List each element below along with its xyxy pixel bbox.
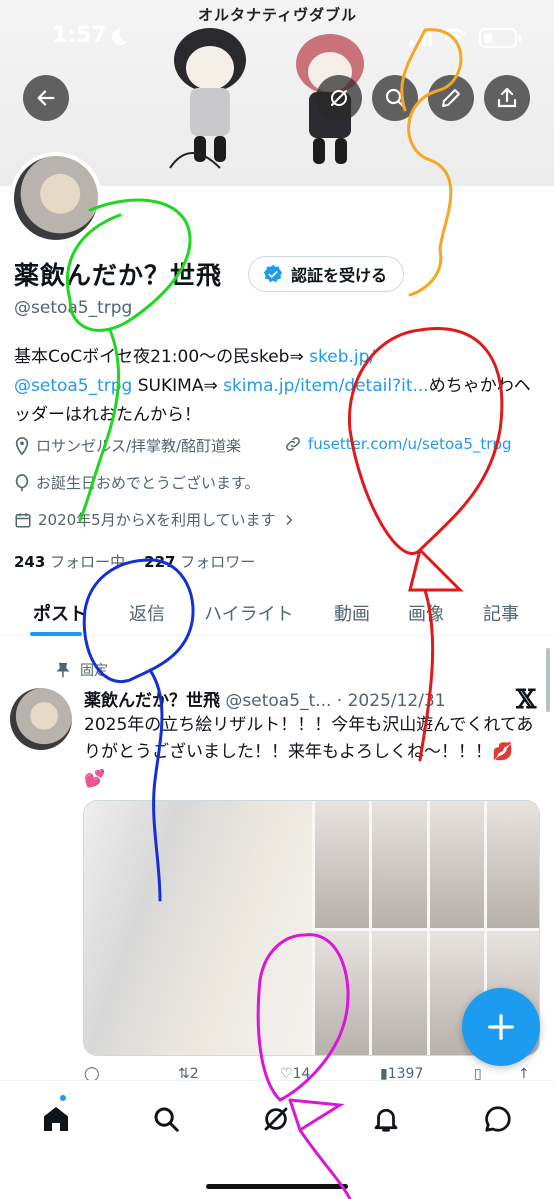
banner-character-left bbox=[169, 28, 246, 169]
scrollbar[interactable] bbox=[546, 648, 550, 712]
search-icon bbox=[385, 88, 406, 109]
bio-text: 基本CoCボイセ夜21:00～の民skeb⇒ bbox=[14, 347, 310, 367]
nav-grok[interactable] bbox=[256, 1099, 296, 1139]
get-verified-button[interactable]: 認証を受ける bbox=[248, 256, 405, 292]
edit-icon bbox=[442, 89, 460, 107]
back-button[interactable] bbox=[23, 75, 69, 121]
nav-home[interactable] bbox=[36, 1099, 76, 1139]
active-tab-indicator bbox=[30, 632, 82, 636]
profile-avatar[interactable] bbox=[10, 152, 102, 244]
website-row[interactable]: fusetter.com/u/setoa5_trpg bbox=[284, 435, 511, 453]
tweet-author-name[interactable]: 薬飲んだか？世飛 bbox=[84, 691, 220, 711]
profile-tabs: ポスト 返信 ハイライト 動画 画像 記事 bbox=[0, 588, 554, 636]
media-thumb bbox=[315, 801, 370, 928]
plus-icon bbox=[488, 1014, 514, 1040]
pin-icon bbox=[56, 662, 70, 678]
media-image-left[interactable] bbox=[84, 801, 312, 1055]
joined-text: 2020年5月からXを利用しています bbox=[38, 511, 276, 529]
location-pin-icon bbox=[15, 436, 29, 455]
followers-label: フォロワー bbox=[175, 553, 256, 571]
edit-button[interactable] bbox=[428, 75, 474, 121]
bio-text: SUKIMA⇒ bbox=[132, 376, 224, 396]
following-label: フォロー中 bbox=[45, 553, 126, 571]
calendar-icon bbox=[15, 512, 31, 527]
tab-replies[interactable]: 返信 bbox=[129, 600, 165, 626]
verified-badge-icon bbox=[263, 264, 283, 283]
bell-icon bbox=[374, 1108, 398, 1132]
birthday-row: お誕生日おめでとうございます。 bbox=[14, 472, 260, 493]
bio-link-mention[interactable]: @setoa5_trpg bbox=[14, 376, 132, 396]
tab-images[interactable]: 画像 bbox=[408, 600, 444, 626]
profile-bio: 基本CoCボイセ夜21:00～の民skeb⇒ skeb.jp/ @setoa5_… bbox=[14, 343, 540, 430]
moon-icon bbox=[112, 28, 128, 46]
grok-button[interactable] bbox=[316, 75, 362, 121]
home-notification-dot bbox=[58, 1093, 68, 1103]
media-thumb bbox=[429, 801, 484, 928]
tweet-author-avatar[interactable] bbox=[10, 688, 72, 750]
balloon-icon bbox=[15, 473, 29, 491]
search-button[interactable] bbox=[372, 75, 418, 121]
grok-icon bbox=[264, 1107, 288, 1131]
following-link[interactable]: 243 フォロー中 bbox=[14, 553, 125, 571]
tweet-text: 2025年の立ち絵リザルト！！！今年も沢山遊んでくれてありがとうございました！！… bbox=[84, 715, 534, 789]
pinned-label: 固定 bbox=[80, 663, 108, 679]
followers-link[interactable]: 227 フォロワー bbox=[144, 553, 255, 571]
pinned-indicator: 固定 bbox=[56, 660, 108, 680]
get-verified-label: 認証を受ける bbox=[291, 266, 388, 285]
followers-count: 227 bbox=[144, 553, 176, 571]
back-icon bbox=[37, 90, 55, 106]
profile-handle: @setoa5_trpg bbox=[14, 298, 133, 318]
tab-articles[interactable]: 記事 bbox=[483, 600, 519, 626]
website-link[interactable]: fusetter.com/u/setoa5_trpg bbox=[308, 435, 511, 453]
tab-highlights[interactable]: ハイライト bbox=[204, 600, 294, 626]
chevron-right-icon bbox=[286, 514, 292, 525]
search-icon bbox=[154, 1107, 179, 1132]
tab-posts[interactable]: ポスト bbox=[33, 600, 87, 626]
nav-search[interactable] bbox=[146, 1099, 186, 1139]
status-time: 1:57 bbox=[52, 23, 107, 48]
media-thumb bbox=[372, 930, 427, 1055]
x-logo-icon[interactable]: 𝕏 bbox=[516, 685, 536, 715]
signal-icon bbox=[410, 30, 432, 46]
messages-icon bbox=[485, 1106, 511, 1132]
battery-icon bbox=[479, 28, 521, 48]
tweet-author-meta: @setoa5_t... · 2025/12/31 bbox=[220, 691, 446, 711]
location-text: ロサンゼルス/拝掌教/酩酊道楽 bbox=[36, 437, 242, 455]
birthday-text: お誕生日おめでとうございます。 bbox=[36, 474, 260, 492]
share-icon bbox=[497, 87, 517, 108]
wifi-icon bbox=[440, 28, 466, 46]
following-count: 243 bbox=[14, 553, 46, 571]
home-icon bbox=[44, 1107, 68, 1131]
location-row: ロサンゼルス/拝掌教/酩酊道楽 bbox=[14, 435, 241, 456]
compose-button[interactable] bbox=[462, 988, 540, 1066]
follow-stats: 243 フォロー中 227 フォロワー bbox=[14, 551, 255, 572]
tweet-header: 薬飲んだか？世飛 @setoa5_t... · 2025/12/31 bbox=[84, 686, 446, 711]
nav-notifications[interactable] bbox=[366, 1099, 406, 1139]
joined-row[interactable]: 2020年5月からXを利用しています bbox=[14, 509, 302, 530]
no-grok-icon bbox=[331, 90, 347, 106]
home-indicator bbox=[206, 1184, 348, 1189]
display-name: 薬飲んだか？世飛 bbox=[14, 261, 223, 290]
media-thumb bbox=[315, 930, 370, 1055]
share-button[interactable] bbox=[484, 75, 530, 121]
link-icon bbox=[286, 437, 300, 451]
bio-link-skeb[interactable]: skeb.jp/ bbox=[309, 347, 375, 367]
bio-link-skima[interactable]: skima.jp/item/detail?it... bbox=[223, 376, 429, 396]
nav-messages[interactable] bbox=[478, 1099, 518, 1139]
tab-videos[interactable]: 動画 bbox=[334, 600, 370, 626]
bottom-navigation bbox=[0, 1080, 554, 1199]
media-thumb bbox=[372, 801, 427, 928]
media-thumb bbox=[486, 801, 539, 928]
